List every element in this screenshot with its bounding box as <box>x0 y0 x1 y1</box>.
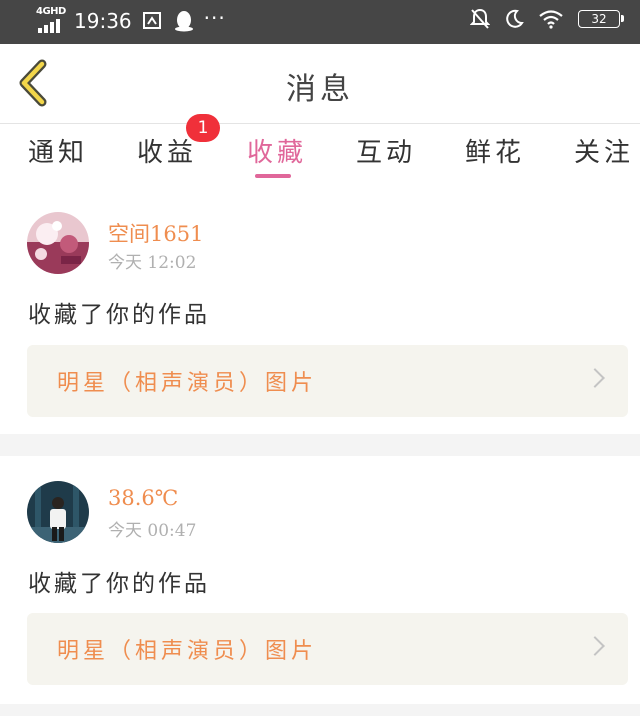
username[interactable]: 空间1651 <box>108 218 203 248</box>
battery-level: 32 <box>591 12 607 26</box>
status-time: 19:36 <box>74 9 132 33</box>
status-right: 32 <box>470 8 624 30</box>
mute-bell-icon <box>470 8 490 30</box>
avatar[interactable] <box>27 212 89 274</box>
tab-flowers[interactable]: 鲜花 <box>465 132 525 169</box>
signal-icon: 4GHD <box>36 6 66 36</box>
tab-notifications[interactable]: 通知 <box>28 132 88 169</box>
message-time: 今天 00:47 <box>108 521 197 541</box>
message-time: 今天 12:02 <box>108 253 197 273</box>
message-card: 38.6℃ 今天 00:47 收藏了你的作品 明星（相声演员）图片 <box>0 456 640 704</box>
avatar[interactable] <box>27 481 89 543</box>
favorited-work-link[interactable]: 明星（相声演员）图片 <box>27 613 628 685</box>
moon-icon <box>504 9 524 29</box>
network-type: 4GHD <box>36 6 66 17</box>
action-text: 收藏了你的作品 <box>28 302 210 328</box>
tab-bar: 通知 收益 收藏 互动 鲜花 关注 <box>0 124 640 188</box>
app-header: 消息 <box>0 44 640 124</box>
screenshot-icon <box>142 11 164 31</box>
work-title: 明星（相声演员）图片 <box>57 371 318 396</box>
message-card: 空间1651 今天 12:02 收藏了你的作品 明星（相声演员）图片 <box>0 188 640 434</box>
chevron-right-icon <box>585 636 605 656</box>
battery-icon: 32 <box>578 10 624 28</box>
more-notifications-icon: ··· <box>203 6 226 30</box>
tab-interactions[interactable]: 互动 <box>356 132 416 169</box>
wifi-icon <box>538 9 564 29</box>
tab-follows[interactable]: 关注 <box>574 132 634 169</box>
favorited-work-link[interactable]: 明星（相声演员）图片 <box>27 345 628 417</box>
work-title: 明星（相声演员）图片 <box>57 639 318 664</box>
tab-favorites[interactable]: 收藏 <box>247 132 307 169</box>
active-tab-indicator <box>255 174 291 178</box>
earnings-unread-badge: 1 <box>186 114 220 142</box>
chevron-right-icon <box>585 368 605 388</box>
page-title: 消息 <box>286 72 354 107</box>
tab-earnings[interactable]: 收益 <box>137 132 197 169</box>
status-bar: 4GHD 19:36 ··· 32 <box>0 0 640 44</box>
qq-penguin-icon <box>174 10 194 32</box>
status-left: 4GHD 19:36 ··· <box>36 6 226 36</box>
action-text: 收藏了你的作品 <box>28 571 210 597</box>
username[interactable]: 38.6℃ <box>108 486 178 510</box>
